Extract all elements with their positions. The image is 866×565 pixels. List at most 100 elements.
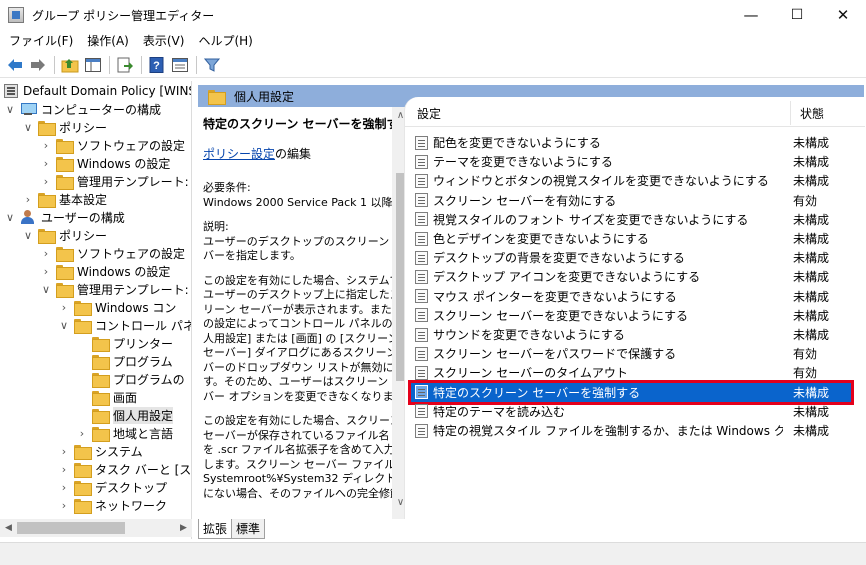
- policy-row[interactable]: テーマを変更できないようにする 未構成: [411, 152, 851, 171]
- chevron-right-icon[interactable]: [76, 391, 88, 403]
- app-icon: [8, 7, 24, 23]
- tree-item[interactable]: プリンター: [76, 334, 173, 352]
- chevron-right-icon[interactable]: ›: [58, 445, 70, 458]
- tree-item[interactable]: ∨ ユーザーの構成: [4, 208, 125, 226]
- chevron-right-icon[interactable]: ›: [22, 193, 34, 206]
- chevron-down-icon[interactable]: ∨: [22, 121, 34, 134]
- chevron-right-icon[interactable]: ›: [40, 139, 52, 152]
- tree-item[interactable]: › 基本設定: [22, 190, 107, 208]
- policy-row[interactable]: マウス ポインターを変更できないようにする 未構成: [411, 287, 851, 306]
- tree-item[interactable]: › ソフトウェアの設定: [40, 244, 185, 262]
- policy-row[interactable]: スクリーン セーバーを変更できないようにする 未構成: [411, 306, 851, 325]
- tree-item[interactable]: › ネットワーク: [58, 496, 167, 514]
- chevron-right-icon[interactable]: [76, 355, 88, 367]
- chevron-down-icon[interactable]: ∨: [22, 229, 34, 242]
- tree-item[interactable]: › Windows コン: [58, 298, 176, 316]
- scroll-left-icon[interactable]: ◀: [0, 519, 17, 537]
- tree-item[interactable]: 個人用設定: [76, 406, 174, 424]
- policy-status: 未構成: [793, 251, 830, 266]
- tree-item[interactable]: › 地域と言語: [76, 424, 173, 442]
- tree-horizontal-scrollbar[interactable]: ◀ ▶: [0, 519, 192, 537]
- chevron-down-icon[interactable]: ∨: [4, 211, 16, 224]
- list-header: 設定 状態: [405, 97, 865, 127]
- policy-row[interactable]: ウィンドウとボタンの視覚スタイルを変更できないようにする 未構成: [411, 171, 851, 190]
- chevron-right-icon[interactable]: ›: [40, 265, 52, 278]
- policy-row[interactable]: 特定のスクリーン セーバーを強制する 未構成: [408, 379, 854, 405]
- chevron-right-icon[interactable]: ›: [40, 157, 52, 170]
- tree-item[interactable]: Default Domain Policy [WINS: [4, 82, 191, 100]
- minimize-button[interactable]: —: [728, 0, 774, 30]
- tree-item-label: ユーザーの構成: [41, 210, 125, 225]
- show-hide-tree-button[interactable]: [82, 54, 104, 76]
- chevron-down-icon[interactable]: ∨: [4, 103, 16, 116]
- tree-item-label: Windows コン: [95, 300, 177, 315]
- column-setting[interactable]: 設定: [417, 105, 441, 122]
- tree-item[interactable]: › デスクトップ: [58, 478, 167, 496]
- tree-item[interactable]: › タスク バーと [ス: [58, 460, 191, 478]
- policy-row[interactable]: 視覚スタイルのフォント サイズを変更できないようにする 未構成: [411, 210, 851, 229]
- chevron-right-icon[interactable]: ›: [58, 301, 70, 314]
- chevron-right-icon[interactable]: ›: [40, 175, 52, 188]
- back-button[interactable]: [4, 54, 26, 76]
- tree-item[interactable]: ∨ ポリシー: [22, 226, 107, 244]
- maximize-button[interactable]: ☐: [774, 0, 820, 30]
- policy-row[interactable]: 特定の視覚スタイル ファイルを強制するか、または Windows クラシ... 未…: [411, 421, 851, 440]
- menu-view[interactable]: 表示(V): [136, 30, 192, 52]
- tree-item[interactable]: プログラム: [76, 352, 173, 370]
- policy-row[interactable]: 色とデザインを変更できないようにする 未構成: [411, 229, 851, 248]
- policy-setting-icon: [415, 327, 428, 342]
- policy-row[interactable]: スクリーン セーバーのタイムアウト 有効: [411, 363, 851, 382]
- tab-standard[interactable]: 標準: [231, 519, 266, 539]
- chevron-right-icon[interactable]: [76, 337, 88, 349]
- menu-file[interactable]: ファイル(F): [2, 30, 80, 52]
- policy-row[interactable]: スクリーン セーバーをパスワードで保護する 有効: [411, 344, 851, 363]
- chevron-right-icon[interactable]: [76, 409, 88, 421]
- export-list-button[interactable]: [114, 54, 136, 76]
- chevron-right-icon[interactable]: ›: [58, 463, 70, 476]
- tab-extended[interactable]: 拡張: [198, 519, 233, 539]
- tree-item[interactable]: ∨ コンピューターの構成: [4, 100, 161, 118]
- toolbar-separator: [54, 55, 55, 74]
- menu-action[interactable]: 操作(A): [80, 30, 136, 52]
- description-line: す。そのため、ユーザーはスクリーン セー: [203, 375, 392, 388]
- up-folder-button[interactable]: [59, 54, 81, 76]
- chevron-right-icon[interactable]: [76, 373, 88, 385]
- properties-button[interactable]: [169, 54, 191, 76]
- edit-policy-link[interactable]: ポリシー設定: [203, 147, 275, 161]
- chevron-down-icon[interactable]: ∨: [58, 319, 70, 332]
- tree-item[interactable]: › Windows の設定: [40, 154, 170, 172]
- policy-row[interactable]: デスクトップ アイコンを変更できないようにする 未構成: [411, 267, 851, 286]
- tree-item[interactable]: › ソフトウェアの設定: [40, 136, 185, 154]
- close-button[interactable]: ✕: [820, 0, 866, 30]
- tree-item[interactable]: ∨ ポリシー: [22, 118, 107, 136]
- forward-button[interactable]: [27, 54, 49, 76]
- menu-help[interactable]: ヘルプ(H): [191, 30, 259, 52]
- tree-item[interactable]: ∨ 管理用テンプレート:: [40, 280, 189, 298]
- policy-row[interactable]: スクリーン セーバーを有効にする 有効: [411, 191, 851, 210]
- filter-button[interactable]: [201, 54, 223, 76]
- column-status[interactable]: 状態: [800, 105, 824, 122]
- policy-row[interactable]: サウンドを変更できないようにする 未構成: [411, 325, 851, 344]
- tree-item[interactable]: › Windows の設定: [40, 262, 170, 280]
- chevron-right-icon[interactable]: ›: [58, 499, 70, 512]
- chevron-down-icon[interactable]: ∨: [40, 283, 52, 296]
- scroll-right-icon[interactable]: ▶: [175, 519, 192, 537]
- chevron-right-icon[interactable]: ›: [76, 427, 88, 440]
- tree-item[interactable]: › 管理用テンプレート:: [40, 172, 189, 190]
- policy-row[interactable]: デスクトップの背景を変更できないようにする 未構成: [411, 248, 851, 267]
- description-line: バーを指定します。: [203, 249, 301, 262]
- tree-item[interactable]: › システム: [58, 442, 143, 460]
- up-folder-icon: [61, 58, 79, 72]
- help-button[interactable]: ?: [146, 54, 168, 76]
- column-divider[interactable]: [790, 101, 791, 125]
- tree-item[interactable]: プログラムの: [76, 370, 185, 388]
- chevron-right-icon[interactable]: ›: [58, 481, 70, 494]
- chevron-right-icon[interactable]: ›: [40, 247, 52, 260]
- tree-item[interactable]: ∨ コントロール パネ: [58, 316, 191, 334]
- folder-icon: [92, 336, 110, 352]
- tree-item[interactable]: 画面: [76, 388, 137, 406]
- policy-row[interactable]: 特定のテーマを読み込む 未構成: [411, 402, 851, 421]
- scroll-thumb[interactable]: [17, 522, 125, 534]
- console-tree: Default Domain Policy [WINS ∨ コンピューターの構成 ∨ ポ…: [0, 81, 192, 539]
- policy-row[interactable]: 配色を変更できないようにする 未構成: [411, 133, 851, 152]
